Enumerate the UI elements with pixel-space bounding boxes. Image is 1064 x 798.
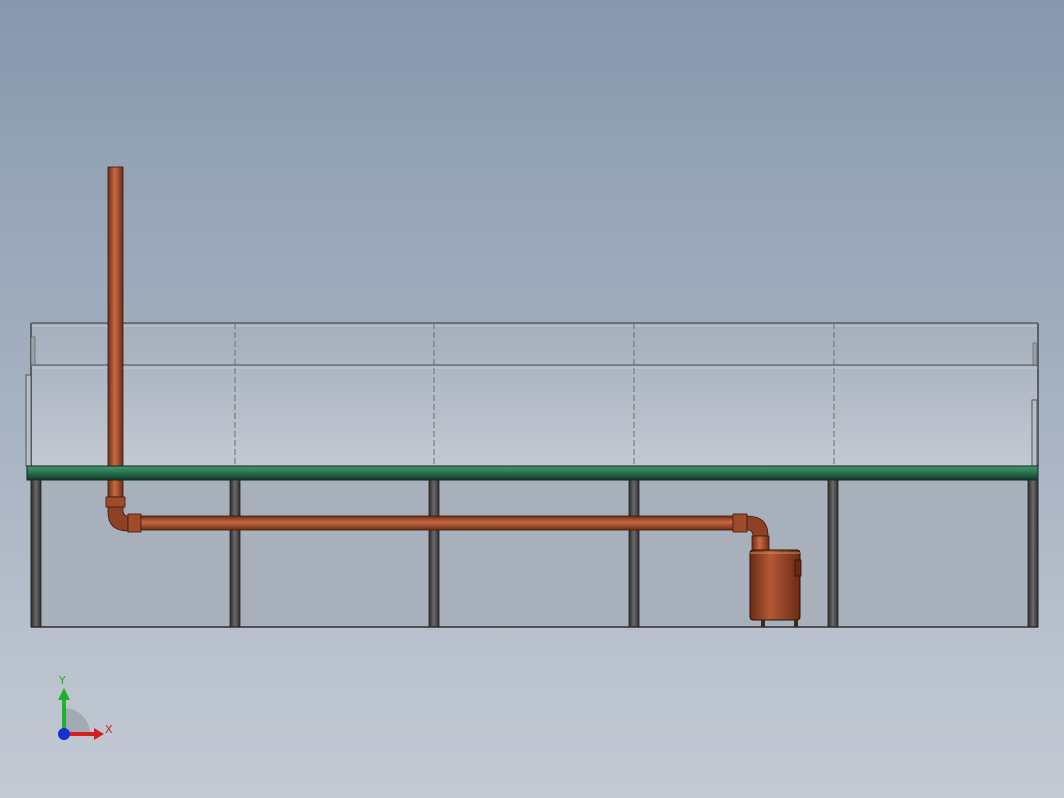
y-axis-arrowhead: [58, 688, 70, 700]
pipe-horizontal-run: [140, 515, 736, 531]
support-column: [229, 479, 241, 628]
guardrail-glass: [31, 323, 1038, 466]
tank-hatch: [794, 559, 802, 577]
x-axis-arrowhead: [94, 728, 104, 740]
y-axis-label: Y: [58, 674, 66, 687]
burner-tank[interactable]: [749, 549, 802, 627]
support-column: [1027, 479, 1039, 628]
platform-deck[interactable]: [26, 465, 1039, 481]
coordinate-triad[interactable]: X Y: [40, 672, 130, 752]
support-column: [628, 479, 640, 628]
model-view[interactable]: [0, 0, 1064, 798]
tank-body: [749, 549, 801, 621]
z-axis-dot: [58, 728, 70, 740]
support-column: [428, 479, 440, 628]
chimney-pipe[interactable]: [107, 166, 124, 498]
support-column: [827, 479, 839, 628]
guardrail[interactable]: [25, 322, 1039, 467]
graphics-viewport[interactable]: X Y: [0, 0, 1064, 798]
support-column: [30, 479, 42, 628]
tank-leg: [794, 620, 798, 627]
lower-enclosure[interactable]: [30, 479, 1039, 628]
x-axis-label: X: [105, 723, 113, 736]
tank-leg: [761, 620, 765, 627]
